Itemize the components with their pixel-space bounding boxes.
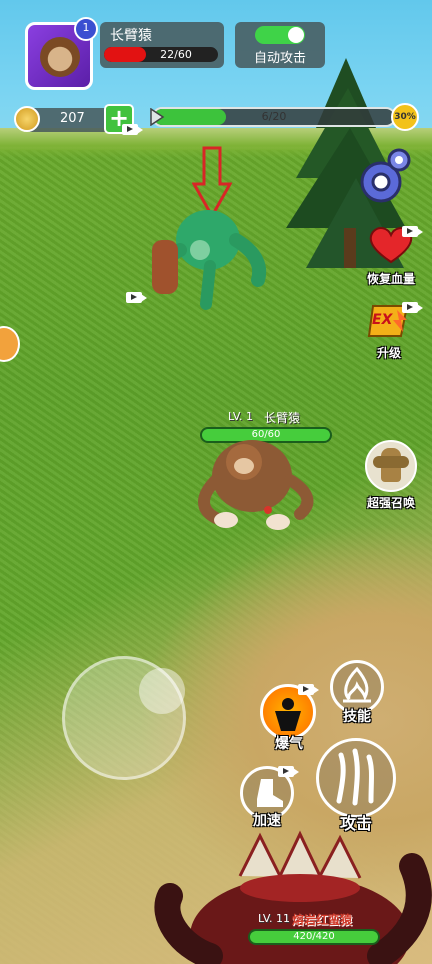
player-hp-text: 22/60 (160, 48, 192, 61)
rage-skill-label: 爆气 (275, 736, 303, 752)
upgrade-label: 升级 (376, 346, 401, 360)
boss-hp-bar: 420/420 (248, 929, 380, 945)
green-gorilla-enemy[interactable] (140, 200, 270, 312)
attack-label: 攻击 (339, 814, 372, 833)
video-ad-icon (278, 766, 299, 777)
monkey-player-character[interactable] (186, 400, 320, 540)
toggle-knob (288, 27, 304, 43)
player-avatar[interactable]: 1 (25, 17, 98, 90)
boss-name: 熔岩红蛮猿 (292, 913, 353, 927)
flame-icon (343, 666, 371, 703)
video-ad-icon (122, 124, 143, 135)
player-name: 长臂猿 (110, 28, 152, 44)
coin-value: 207 (60, 111, 85, 126)
restore-hp-label: 恢复血量 (366, 272, 415, 286)
boss-level: LV. 11 (258, 912, 291, 925)
coin-icon (14, 106, 40, 132)
video-ad-icon (402, 226, 423, 237)
stage-progress-text: 6/20 (261, 110, 287, 123)
speed-skill-label: 加速 (253, 813, 281, 829)
golem-summon-icon (365, 440, 417, 492)
joystick-knob[interactable] (139, 668, 185, 714)
level-badge: 1 (74, 17, 98, 41)
player-info-panel: 长臂猿 22/60 (100, 22, 224, 68)
ex-icon-text: EX (372, 312, 393, 328)
flag-icon (150, 108, 165, 126)
video-ad-icon (126, 292, 147, 303)
auto-attack-label: 自动攻击 (253, 51, 306, 66)
summon-label: 超强召唤 (366, 496, 415, 510)
game-stage[interactable]: 1 长臂猿 22/60 自动攻击 207 + 6/20 30% 恢复血量 EX … (0, 0, 432, 964)
monkey-face-icon (40, 37, 80, 77)
offscreen-reward-icon[interactable] (0, 326, 20, 362)
video-ad-icon (298, 684, 319, 695)
player-hp-bar: 22/60 (104, 47, 218, 62)
claw-icon (336, 748, 374, 806)
video-ad-icon (402, 302, 423, 313)
stage-progress-bar: 6/20 (152, 107, 396, 127)
settings-gear-icon[interactable] (355, 146, 411, 206)
attack-button[interactable] (316, 738, 396, 818)
restore-hp-button[interactable]: 恢复血量 (356, 222, 426, 287)
upgrade-button[interactable]: EX 升级 (362, 302, 423, 361)
summon-button[interactable]: 超强召唤 (358, 440, 424, 511)
skill-label: 技能 (343, 709, 371, 725)
toggle-switch[interactable] (255, 26, 305, 44)
reward-percent-badge[interactable]: 30% (391, 103, 419, 131)
auto-attack-toggle[interactable]: 自动攻击 (235, 22, 325, 68)
